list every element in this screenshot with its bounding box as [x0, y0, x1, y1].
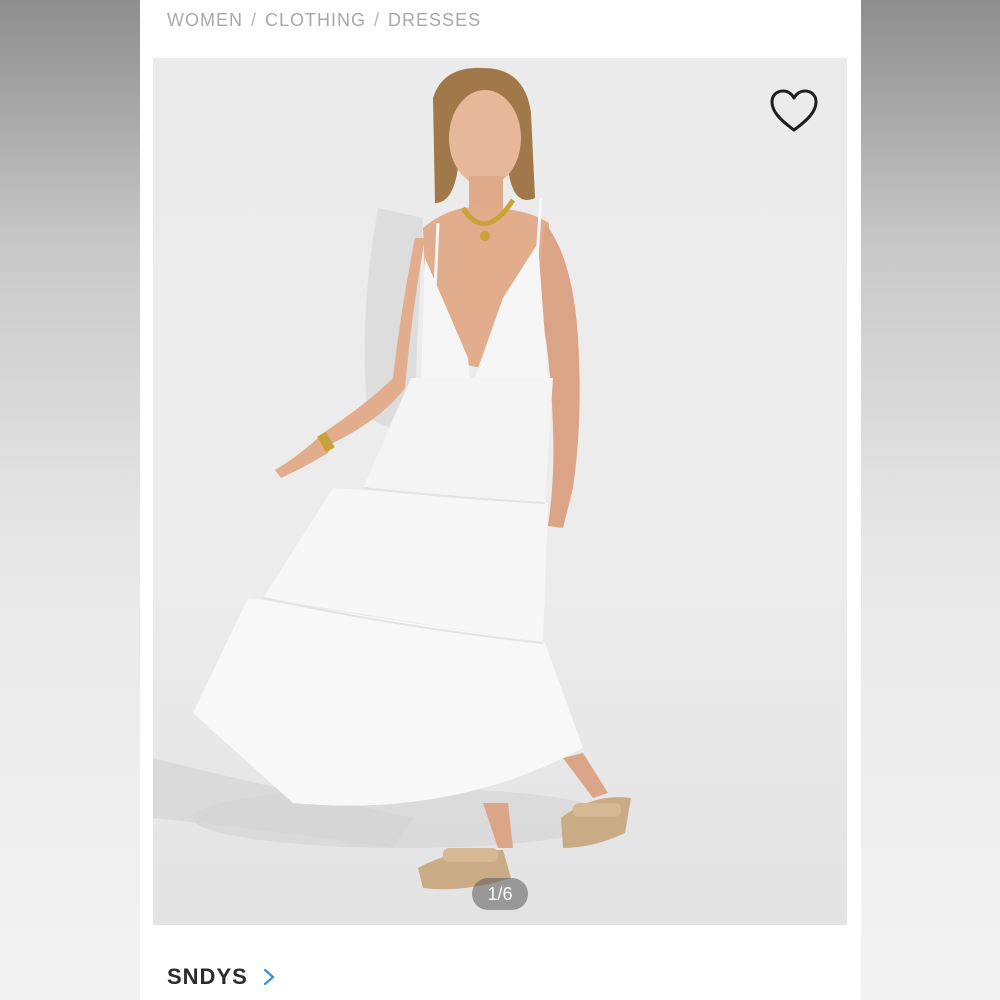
chevron-right-icon	[263, 968, 274, 986]
breadcrumb-dresses[interactable]: DRESSES	[388, 10, 481, 31]
heart-outline-icon[interactable]	[769, 88, 819, 134]
breadcrumb-separator: /	[251, 9, 258, 30]
image-counter: 1/6	[472, 878, 528, 910]
left-blurred-border	[0, 0, 140, 1000]
product-panel: WOMEN / CLOTHING / DRESSES 1/6 SNDYS	[140, 0, 861, 1000]
product-image[interactable]: 1/6	[153, 58, 847, 925]
breadcrumb: WOMEN / CLOTHING / DRESSES	[167, 8, 481, 32]
product-photo-illustration	[153, 67, 631, 890]
brand-name: SNDYS	[167, 964, 248, 989]
breadcrumb-clothing[interactable]: CLOTHING	[265, 10, 366, 31]
breadcrumb-women[interactable]: WOMEN	[167, 10, 243, 31]
breadcrumb-separator: /	[374, 9, 381, 30]
right-blurred-border	[861, 0, 1000, 1000]
brand-link[interactable]: SNDYS	[167, 962, 276, 992]
